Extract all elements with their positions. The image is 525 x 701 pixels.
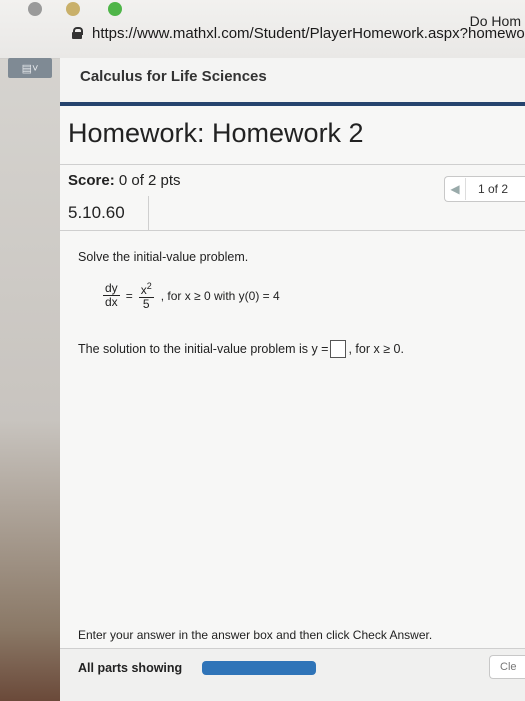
question-count[interactable]: 1 of 2	[466, 182, 508, 196]
solution-line: The solution to the initial-value proble…	[78, 340, 404, 358]
differential-equation: dy dx = x2 5 , for x ≥ 0 with y(0) = 4	[100, 280, 280, 311]
question-number-box: 5.10.60	[60, 196, 149, 230]
solution-suffix: , for x ≥ 0.	[348, 342, 404, 356]
question-pager: ◀ 1 of 2	[444, 176, 525, 202]
fraction-x2-over-5: x2 5	[138, 281, 154, 311]
divider	[60, 164, 525, 165]
address-bar[interactable]: https://www.mathxl.com/Student/PlayerHom…	[72, 22, 525, 44]
score-label: Score:	[68, 172, 115, 189]
window-zoom-icon[interactable]	[108, 2, 122, 16]
divider	[60, 230, 525, 231]
progress-bar	[202, 661, 316, 675]
instructions-text: Enter your answer in the answer box and …	[78, 628, 433, 642]
clear-all-button[interactable]: Cle	[489, 655, 525, 679]
fraction-dy-dx: dy dx	[103, 281, 120, 309]
score-value: 0 of 2 pts	[114, 172, 181, 189]
previous-question-icon[interactable]: ◀	[445, 178, 466, 200]
score-text: Score: 0 of 2 pts	[68, 172, 181, 189]
course-header: Calculus for Life Sciences	[60, 58, 525, 106]
url-text[interactable]: https://www.mathxl.com/Student/PlayerHom…	[92, 25, 525, 42]
progress-fill	[202, 661, 316, 675]
window-close-icon[interactable]	[28, 2, 42, 16]
window-minimize-icon[interactable]	[66, 2, 80, 16]
equals-sign: =	[125, 288, 133, 303]
equation-condition: , for x ≥ 0 with y(0) = 4	[160, 288, 280, 303]
browser-toolbar: Do Hom https://www.mathxl.com/Student/Pl…	[0, 0, 525, 59]
solution-prefix: The solution to the initial-value proble…	[78, 342, 329, 356]
page-title: Homework: Homework 2	[68, 118, 364, 148]
answer-input[interactable]	[330, 340, 347, 358]
question-prompt: Solve the initial-value problem.	[78, 250, 249, 264]
sidebar-toggle-button[interactable]: ▤˅	[8, 58, 52, 78]
desk-background	[0, 0, 62, 700]
homework-page: Calculus for Life Sciences Homework: Hom…	[60, 58, 525, 701]
lock-icon	[72, 27, 83, 39]
question-number: 5.10.60	[68, 203, 125, 222]
parts-showing-label: All parts showing	[78, 661, 183, 675]
footer-bar: All parts showing Cle	[60, 648, 525, 701]
course-title: Calculus for Life Sciences	[80, 68, 267, 85]
